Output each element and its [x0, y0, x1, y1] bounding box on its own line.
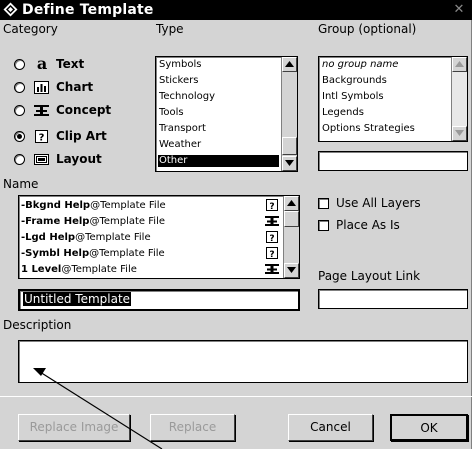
radio-button[interactable] [14, 105, 25, 116]
scroll-up-button[interactable] [282, 57, 297, 72]
item-name: -Frame Help [21, 216, 90, 227]
scroll-down-button[interactable] [452, 126, 467, 141]
clip-art-icon: ? [266, 231, 278, 243]
list-item[interactable]: Transport [158, 123, 279, 135]
clip-art-icon: ? [266, 199, 278, 211]
category-option-label: Concept [56, 103, 112, 117]
list-item[interactable]: Tools [158, 107, 279, 119]
group-label: Group (optional) [318, 22, 417, 36]
item-name: -Symbl Help [21, 248, 90, 259]
type-label: Type [156, 22, 184, 36]
place-as-is-checkbox[interactable] [318, 220, 329, 231]
define-template-dialog: Define Template ✕ Category Type Group (o… [0, 0, 472, 449]
scroll-down-button[interactable] [284, 263, 299, 278]
page-layout-link-field[interactable] [318, 289, 468, 309]
svg-text:?: ? [39, 133, 45, 144]
list-item[interactable]: Options Strategies [321, 123, 449, 135]
scroll-thumb[interactable] [282, 137, 297, 155]
replace-image-button[interactable]: Replace Image [18, 414, 130, 441]
list-item[interactable]: Weather [158, 139, 279, 151]
arrow-up-icon [287, 200, 296, 206]
type-listbox[interactable]: Symbols Stickers Technology Tools Transp… [155, 56, 298, 172]
item-name: -Lgd Help [21, 232, 76, 243]
use-all-layers-label: Use All Layers [336, 196, 421, 210]
group-name-field[interactable] [318, 151, 468, 171]
divider [0, 396, 472, 397]
ok-button[interactable]: OK [390, 414, 468, 441]
item-source: @Template File [89, 216, 165, 227]
title-bar[interactable]: Define Template ✕ [0, 0, 472, 20]
arrow-down-icon [285, 160, 294, 166]
arrow-down-icon [455, 130, 464, 136]
template-name-field[interactable]: Untitled Template [18, 289, 300, 311]
item-name: 1 Level [21, 264, 62, 275]
chart-icon [34, 81, 49, 94]
list-item[interactable]: Stickers [158, 75, 279, 87]
svg-text:?: ? [269, 202, 274, 211]
template-name-value: Untitled Template [23, 292, 132, 306]
scroll-up-button[interactable] [452, 57, 467, 72]
group-scrollbar[interactable] [451, 57, 467, 141]
scroll-down-button[interactable] [282, 156, 297, 171]
list-item[interactable]: -Symbl Help@Template File ? [21, 247, 281, 260]
arrow-up-icon [285, 61, 294, 67]
scroll-thumb[interactable] [284, 211, 299, 227]
list-item[interactable]: Intl Symbols [321, 91, 449, 103]
category-option-label: Chart [56, 80, 94, 94]
list-item[interactable]: -Bkgnd Help@Template File ? [21, 199, 281, 212]
type-scrollbar[interactable] [281, 57, 297, 171]
list-item[interactable]: 1 Level@Template File [21, 263, 281, 276]
use-all-layers-checkbox[interactable] [318, 198, 329, 209]
radio-button[interactable] [14, 154, 25, 165]
radio-button[interactable] [14, 59, 25, 70]
description-field[interactable] [18, 340, 468, 383]
category-option-label: Clip Art [56, 129, 107, 143]
group-listbox[interactable]: no group name Backgrounds Intl Symbols L… [318, 56, 468, 142]
list-item[interactable]: Technology [158, 91, 279, 103]
item-source: @Template File [61, 264, 137, 275]
text-icon: a [36, 54, 48, 73]
replace-button[interactable]: Replace [150, 414, 235, 441]
svg-text:?: ? [269, 250, 274, 259]
radio-button[interactable] [14, 82, 25, 93]
name-listbox[interactable]: -Bkgnd Help@Template File ? -Frame Help@… [18, 195, 300, 279]
list-item[interactable]: no group name [321, 59, 449, 71]
radio-button-checked[interactable] [14, 131, 25, 142]
list-item[interactable]: -Lgd Help@Template File ? [21, 231, 281, 244]
close-icon[interactable]: ✕ [452, 3, 466, 17]
item-name: -Bkgnd Help [21, 200, 91, 211]
name-scrollbar[interactable] [283, 196, 299, 278]
name-label: Name [3, 177, 39, 191]
cancel-button[interactable]: Cancel [288, 414, 373, 441]
layout-icon [34, 154, 49, 165]
place-as-is-label: Place As Is [336, 218, 400, 232]
arrow-down-icon [287, 267, 296, 273]
item-source: @Template File [75, 232, 151, 243]
concept-icon [265, 216, 279, 226]
category-option-label: Text [56, 57, 85, 71]
category-label: Category [3, 22, 58, 36]
arrow-up-icon [455, 61, 464, 67]
page-layout-link-label: Page Layout Link [318, 269, 421, 283]
description-label: Description [3, 318, 72, 332]
clip-art-icon: ? [266, 247, 278, 259]
item-source: @Template File [90, 200, 166, 211]
clip-art-icon: ? [35, 130, 48, 144]
item-source: @Template File [89, 248, 165, 259]
list-item-selected[interactable]: Other [158, 155, 279, 167]
concept-icon [34, 105, 49, 116]
list-item[interactable]: Symbols [158, 59, 279, 71]
app-diamond-icon [3, 2, 18, 17]
window-title: Define Template [22, 2, 154, 18]
category-option-label: Layout [56, 152, 102, 166]
scroll-up-button[interactable] [284, 196, 299, 211]
list-item[interactable]: Backgrounds [321, 75, 449, 87]
concept-icon [265, 264, 279, 274]
list-item[interactable]: Legends [321, 107, 449, 119]
list-item[interactable]: -Frame Help@Template File [21, 215, 281, 228]
svg-text:?: ? [269, 234, 274, 243]
